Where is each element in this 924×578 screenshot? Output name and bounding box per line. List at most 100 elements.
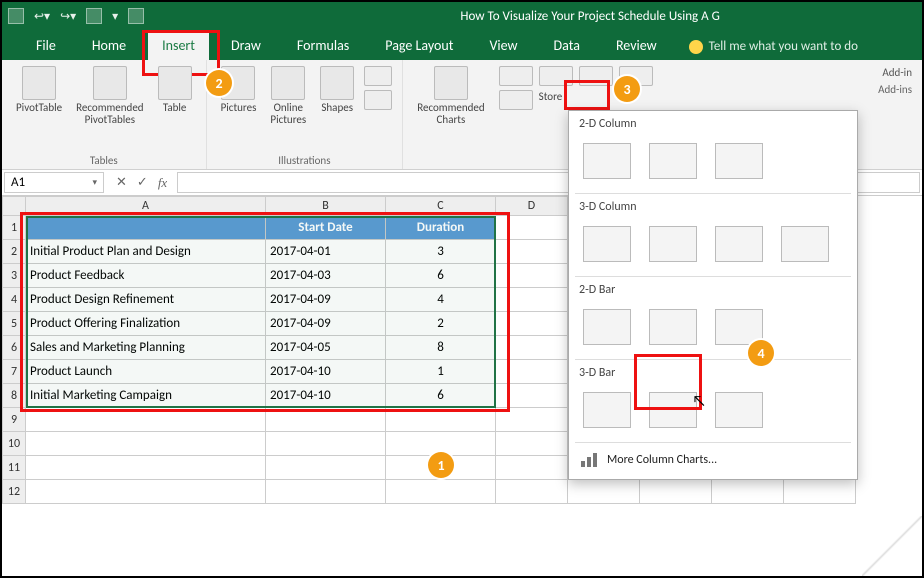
- cell[interactable]: [26, 456, 266, 480]
- cell[interactable]: [266, 456, 386, 480]
- cell[interactable]: [640, 480, 712, 504]
- cell[interactable]: Product Launch: [26, 360, 266, 384]
- stacked100-bar-3d[interactable]: [711, 388, 767, 432]
- cell[interactable]: [496, 456, 568, 480]
- cell[interactable]: [568, 480, 640, 504]
- tab-data[interactable]: Data: [540, 31, 594, 60]
- more-column-charts[interactable]: More Column Charts...: [569, 443, 857, 479]
- cell[interactable]: [266, 432, 386, 456]
- select-all-corner[interactable]: [2, 196, 26, 216]
- stacked-column-3d[interactable]: [645, 222, 701, 266]
- screenshot-icon[interactable]: [364, 90, 392, 110]
- cell[interactable]: 2017-04-09: [266, 312, 386, 336]
- row-head[interactable]: 9: [2, 408, 26, 432]
- row-head[interactable]: 6: [2, 336, 26, 360]
- row-head[interactable]: 8: [2, 384, 26, 408]
- stacked100-column-3d[interactable]: [711, 222, 767, 266]
- cell[interactable]: [496, 264, 568, 288]
- cell[interactable]: [266, 480, 386, 504]
- cell[interactable]: [712, 480, 784, 504]
- col-A[interactable]: A: [26, 196, 266, 216]
- cell[interactable]: [496, 216, 568, 240]
- cell[interactable]: Duration: [386, 216, 496, 240]
- undo-icon[interactable]: ↩▾: [34, 9, 50, 24]
- cell[interactable]: 8: [386, 336, 496, 360]
- qat-more-icon[interactable]: ▾: [112, 9, 118, 24]
- stacked100-column-2d[interactable]: [711, 139, 767, 183]
- cell[interactable]: [386, 408, 496, 432]
- row-head[interactable]: 12: [2, 480, 26, 504]
- pivottable-button[interactable]: PivotTable: [12, 64, 66, 128]
- stacked-bar-2d[interactable]: [645, 305, 701, 349]
- cell[interactable]: 4: [386, 288, 496, 312]
- tab-review[interactable]: Review: [602, 31, 671, 60]
- cell[interactable]: 3: [386, 240, 496, 264]
- cell[interactable]: [496, 336, 568, 360]
- cell[interactable]: 6: [386, 384, 496, 408]
- smartart-icon[interactable]: [364, 66, 392, 86]
- tab-home[interactable]: Home: [78, 31, 140, 60]
- my-addins-label[interactable]: Add-in: [882, 66, 912, 79]
- table-button[interactable]: Table: [154, 64, 196, 128]
- cell[interactable]: [496, 312, 568, 336]
- col-D[interactable]: D: [496, 196, 568, 216]
- cell[interactable]: 2017-04-10: [266, 384, 386, 408]
- tab-insert[interactable]: Insert: [148, 31, 209, 60]
- cell[interactable]: [496, 432, 568, 456]
- map-chart-dropdown[interactable]: [579, 66, 613, 86]
- doc-icon[interactable]: [128, 8, 144, 24]
- cell[interactable]: [496, 360, 568, 384]
- shapes-button[interactable]: Shapes: [316, 64, 358, 128]
- cell[interactable]: [496, 240, 568, 264]
- line-chart-dropdown[interactable]: [539, 66, 573, 86]
- cell[interactable]: 1: [386, 360, 496, 384]
- redo-icon[interactable]: ↪▾: [60, 9, 76, 24]
- cell[interactable]: 2017-04-03: [266, 264, 386, 288]
- cell[interactable]: Initial Marketing Campaign: [26, 384, 266, 408]
- cell[interactable]: [26, 432, 266, 456]
- clustered-column-3d[interactable]: [579, 222, 635, 266]
- row-head[interactable]: 10: [2, 432, 26, 456]
- cell[interactable]: Initial Product Plan and Design: [26, 240, 266, 264]
- tab-formulas[interactable]: Formulas: [283, 31, 363, 60]
- cell[interactable]: 2: [386, 312, 496, 336]
- tab-page-layout[interactable]: Page Layout: [371, 31, 467, 60]
- cell[interactable]: Product Feedback: [26, 264, 266, 288]
- cell[interactable]: [26, 480, 266, 504]
- cancel-icon[interactable]: ✕: [116, 175, 127, 190]
- stacked-bar-3d[interactable]: [645, 388, 701, 432]
- tab-file[interactable]: File: [22, 31, 70, 60]
- row-head[interactable]: 11: [2, 456, 26, 480]
- tab-view[interactable]: View: [475, 31, 531, 60]
- tab-draw[interactable]: Draw: [217, 31, 275, 60]
- stacked-column-2d[interactable]: [645, 139, 701, 183]
- column-chart-dropdown[interactable]: [499, 66, 533, 86]
- clustered-column-2d[interactable]: [579, 139, 635, 183]
- recommended-pivottables-button[interactable]: Recommended PivotTables: [72, 64, 147, 128]
- column-3d[interactable]: [777, 222, 833, 266]
- cell[interactable]: [784, 480, 856, 504]
- touch-icon[interactable]: [86, 8, 102, 24]
- cell[interactable]: [386, 480, 496, 504]
- cell[interactable]: [26, 216, 266, 240]
- cell[interactable]: Product Design Refinement: [26, 288, 266, 312]
- tell-me[interactable]: Tell me what you want to do: [679, 33, 868, 60]
- fx-icon[interactable]: fx: [158, 175, 167, 191]
- name-box[interactable]: A1: [4, 172, 104, 193]
- row-head[interactable]: 2: [2, 240, 26, 264]
- cell[interactable]: Sales and Marketing Planning: [26, 336, 266, 360]
- store-button[interactable]: [499, 90, 533, 110]
- cell[interactable]: [26, 408, 266, 432]
- cell[interactable]: 2017-04-10: [266, 360, 386, 384]
- clustered-bar-2d[interactable]: [579, 305, 635, 349]
- cell[interactable]: Product Offering Finalization: [26, 312, 266, 336]
- cell[interactable]: [496, 480, 568, 504]
- cell[interactable]: [496, 408, 568, 432]
- cell[interactable]: 2017-04-05: [266, 336, 386, 360]
- cell[interactable]: 2017-04-01: [266, 240, 386, 264]
- row-head[interactable]: 4: [2, 288, 26, 312]
- cell[interactable]: Start Date: [266, 216, 386, 240]
- cell[interactable]: [496, 288, 568, 312]
- online-pictures-button[interactable]: Online Pictures: [266, 64, 310, 128]
- row-head[interactable]: 3: [2, 264, 26, 288]
